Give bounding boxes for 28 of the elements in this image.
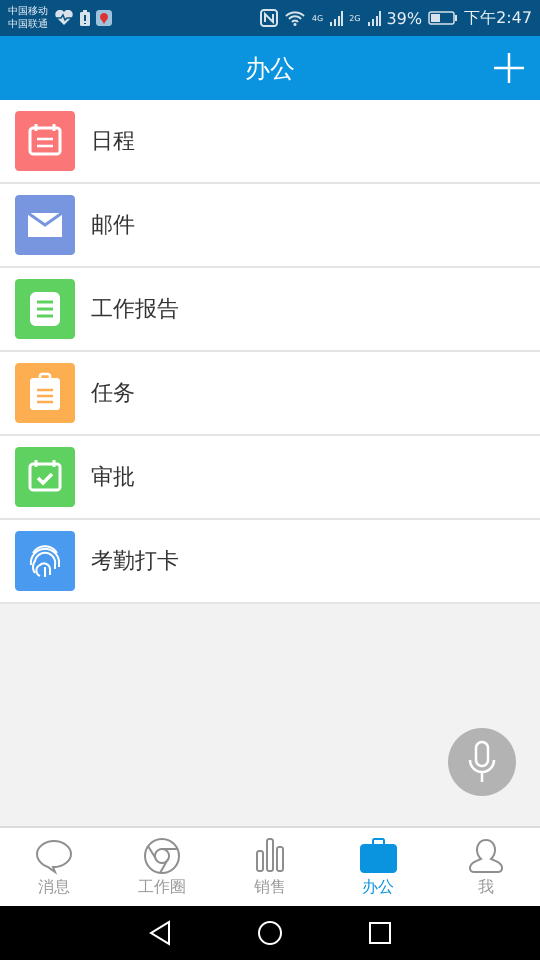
page-title: 办公	[245, 52, 295, 84]
network-type: 4G	[312, 14, 324, 22]
menu-item[interactable]: 考勤打卡	[0, 520, 540, 604]
briefcase-icon	[358, 836, 398, 874]
menu-item[interactable]: 日程	[0, 100, 540, 184]
add-icon[interactable]	[493, 52, 525, 84]
network-type: 2G	[349, 14, 360, 22]
battery-percent: 39%	[386, 8, 422, 28]
back-icon[interactable]	[148, 920, 172, 946]
battery-alert-icon	[80, 10, 90, 26]
menu-item[interactable]: 任务	[0, 352, 540, 436]
person-icon	[466, 836, 506, 874]
clock: 下午2:47	[464, 8, 532, 28]
menu-item[interactable]: 邮件	[0, 184, 540, 268]
home-icon[interactable]	[257, 920, 283, 946]
nfc-icon	[260, 9, 278, 27]
recents-icon[interactable]	[368, 921, 392, 945]
heart-rate-icon	[54, 10, 74, 26]
menu-item[interactable]: 工作报告	[0, 268, 540, 352]
wifi-icon	[284, 10, 306, 26]
carrier-name: 中国联通	[8, 18, 48, 31]
carrier-name: 中国移动	[8, 5, 48, 18]
aperture-icon	[142, 836, 182, 874]
battery-icon	[428, 11, 458, 25]
signal-icon	[366, 10, 380, 26]
map-pin-icon	[96, 10, 112, 26]
signal-icon	[329, 10, 344, 26]
menu-item[interactable]: 审批	[0, 436, 540, 520]
